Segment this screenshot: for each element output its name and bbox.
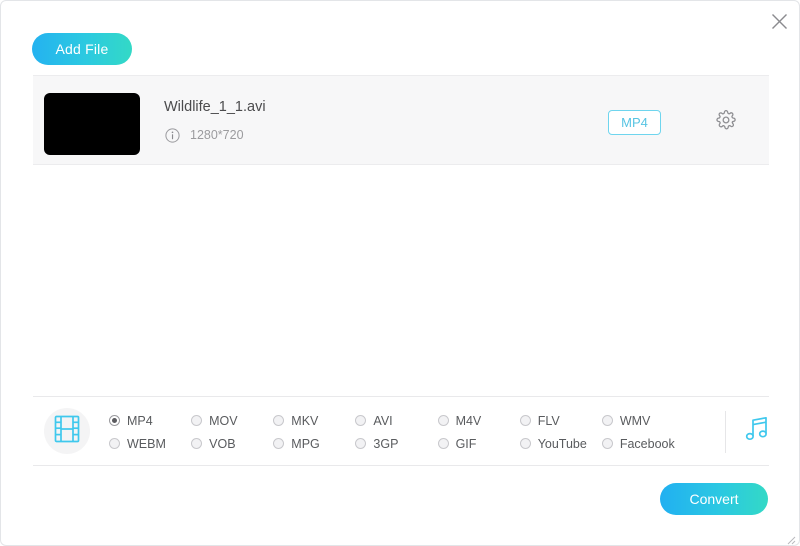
format-option-avi[interactable]: AVI [355,414,437,428]
radio-mov[interactable] [191,415,203,426]
radio-gif[interactable] [437,438,449,449]
film-strip-icon [54,415,80,448]
info-icon[interactable] [164,127,180,143]
radio-webm[interactable] [109,438,120,449]
radio-facebook[interactable] [601,438,613,449]
format-label-wmv: WMV [619,413,651,428]
format-label-webm: WEBM [127,436,166,451]
format-label-mpg: MPG [291,436,320,451]
radio-flv[interactable] [519,415,531,426]
radio-vob[interactable] [191,438,203,449]
format-label-flv: FLV [537,413,560,428]
format-label-mov: MOV [209,413,238,428]
file-name: Wildlife_1_1.avi [164,99,266,115]
file-meta: 1280*720 [164,127,266,143]
format-label-vob: VOB [209,436,236,451]
file-info: Wildlife_1_1.avi 1280*720 [164,98,266,143]
output-format-badge[interactable]: MP4 [608,110,661,135]
close-icon [771,13,788,30]
add-file-button[interactable]: Add File [32,33,132,65]
format-label-facebook: Facebook [619,436,675,451]
audio-format-tab[interactable] [739,413,775,451]
convert-button[interactable]: Convert [660,483,768,515]
format-label-m4v: M4V [455,413,482,428]
format-option-flv[interactable]: FLV [519,413,602,428]
format-label-avi: AVI [373,413,393,428]
video-format-tab[interactable] [44,408,90,454]
radio-youtube[interactable] [519,438,531,449]
gear-icon [715,109,737,136]
format-label-gif: GIF [455,436,477,451]
format-bar: MP4 WEBM MOV VOB MKV MPG AVI 3GP M4V GIF… [33,396,769,466]
format-label-3gp: 3GP [373,436,399,451]
radio-mpg[interactable] [273,438,285,449]
radio-wmv[interactable] [601,415,613,426]
format-option-mp4[interactable]: MP4 [109,414,191,428]
format-label-mkv: MKV [291,413,319,428]
format-option-wmv[interactable]: WMV [601,413,684,428]
file-resolution: 1280*720 [190,128,244,142]
format-option-mkv[interactable]: MKV [273,414,355,428]
music-note-icon [743,415,771,450]
format-option-3gp[interactable]: 3GP [355,437,437,451]
format-option-webm[interactable]: WEBM [109,437,191,451]
format-divider [725,411,726,453]
radio-mkv[interactable] [273,415,285,426]
close-button[interactable] [765,7,793,35]
format-option-gif[interactable]: GIF [437,436,520,451]
radio-3gp[interactable] [355,438,367,449]
format-label-mp4: MP4 [127,413,153,428]
format-option-m4v[interactable]: M4V [437,413,520,428]
format-option-vob[interactable]: VOB [191,437,273,451]
format-option-facebook[interactable]: Facebook [601,436,684,451]
format-options-grid: MP4 WEBM MOV VOB MKV MPG AVI 3GP M4V GIF… [109,409,684,455]
format-option-mpg[interactable]: MPG [273,437,355,451]
file-list: Wildlife_1_1.avi 1280*720 MP4 [33,75,769,165]
radio-mp4[interactable] [109,415,120,426]
file-settings-button[interactable] [713,109,739,135]
video-thumbnail[interactable] [44,93,140,155]
resize-grip[interactable] [786,532,796,545]
file-list-item[interactable]: Wildlife_1_1.avi 1280*720 MP4 [33,76,769,164]
radio-m4v[interactable] [437,415,449,426]
format-option-mov[interactable]: MOV [191,414,273,428]
app-window: Add File Wildlife_1_1.avi 1280*720 MP4 M… [0,0,800,546]
format-option-youtube[interactable]: YouTube [519,436,602,451]
radio-avi[interactable] [355,415,367,426]
format-label-youtube: YouTube [537,436,587,451]
